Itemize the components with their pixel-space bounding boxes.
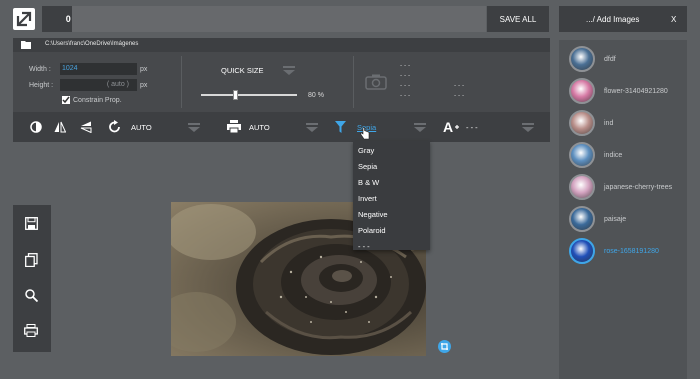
filter-option[interactable]: B & W	[358, 176, 379, 190]
filter-option[interactable]: - - -	[358, 240, 370, 254]
constrain-checkbox[interactable]	[62, 96, 70, 104]
info-column-b: - - - - - -	[454, 82, 464, 102]
filter-dropdown[interactable]	[414, 123, 426, 132]
image-name: paisaje	[604, 216, 627, 223]
height-label: Height :	[29, 82, 54, 89]
chevron-down-icon	[522, 127, 534, 132]
filter-option[interactable]: Polaroid	[358, 224, 386, 238]
filter-menu: Gray Sepia B & W Invert Negative Polaroid - - …	[353, 141, 430, 251]
add-images-link[interactable]: .../ Add Images	[586, 15, 639, 24]
print-dropdown[interactable]	[306, 123, 318, 132]
flip-vertical-icon[interactable]	[80, 121, 92, 133]
contrast-icon[interactable]	[30, 121, 42, 133]
image-thumbnail	[569, 110, 595, 136]
search-icon[interactable]	[25, 289, 38, 302]
rotate-dropdown[interactable]	[188, 123, 200, 132]
folder-icon[interactable]	[21, 40, 31, 49]
logo-button[interactable]	[13, 8, 35, 30]
text-dropdown[interactable]	[522, 123, 534, 132]
print-icon[interactable]	[227, 120, 241, 133]
rotate-auto-label[interactable]: AUTO	[131, 123, 152, 132]
side-tools	[13, 205, 51, 352]
print-auto-label[interactable]: AUTO	[249, 123, 270, 132]
quick-size-percent: 80 %	[308, 92, 324, 99]
save-all-button[interactable]: SAVE ALL	[487, 6, 549, 32]
quick-size-label: QUICK SIZE	[221, 66, 264, 75]
filter-option[interactable]: Negative	[358, 208, 388, 222]
image-thumbnail	[569, 78, 595, 104]
quick-size-dropdown[interactable]	[283, 66, 295, 75]
crop-icon[interactable]	[438, 340, 451, 353]
image-name: dfdf	[604, 56, 616, 63]
image-list-item[interactable]: rose-1658191280	[559, 237, 687, 267]
image-list-item[interactable]: paisaje	[559, 205, 687, 235]
image-list-item[interactable]: japanese-cherry-trees	[559, 173, 687, 203]
filter-option[interactable]: Sepia	[358, 160, 377, 174]
filter-icon[interactable]	[335, 121, 346, 133]
path-bar: C:\Users\franc\OneDrive\Imágenes	[13, 38, 550, 52]
image-name: rose-1658191280	[604, 248, 659, 255]
info-line: - - -	[400, 72, 411, 79]
image-name: indice	[604, 152, 623, 159]
constrain-label: Constrain Prop.	[73, 97, 122, 104]
toolbar: AUTO AUTO Sepia A - - -	[13, 112, 550, 142]
image-list-item[interactable]: indice	[559, 141, 687, 171]
filter-option[interactable]: Invert	[358, 192, 377, 206]
text-size-icon[interactable]: A	[443, 119, 459, 134]
image-list-item[interactable]: ind	[559, 109, 687, 139]
image-list-item[interactable]: flower-31404921280	[559, 77, 687, 107]
width-label: Width :	[29, 66, 51, 73]
copy-icon[interactable]	[25, 253, 38, 267]
divider	[181, 56, 182, 108]
image-name: japanese-cherry-trees	[604, 184, 673, 191]
image-list: dfdf flower-31404921280 ind indice japanese-…	[559, 40, 687, 379]
progress-bar	[72, 6, 486, 32]
image-thumbnail	[569, 142, 595, 168]
image-thumbnail	[569, 206, 595, 232]
crop-arrow-icon	[16, 11, 32, 27]
image-list-item[interactable]: dfdf	[559, 45, 687, 75]
cursor-hand-icon	[360, 127, 370, 140]
camera-icon	[365, 74, 387, 90]
chevron-down-icon	[283, 70, 295, 75]
close-sidebar-button[interactable]: X	[671, 15, 676, 24]
image-name: ind	[604, 120, 614, 127]
chevron-down-icon	[414, 127, 426, 132]
flip-horizontal-icon[interactable]	[54, 121, 66, 133]
filter-option[interactable]: Gray	[358, 144, 374, 158]
settings-panel: Width : 1024 px Height : ( auto ) px Con…	[13, 52, 550, 112]
svg-text:A: A	[443, 119, 453, 134]
height-unit: px	[140, 82, 148, 89]
info-line: - - -	[400, 82, 411, 89]
image-thumbnail	[569, 46, 595, 72]
image-thumbnail	[569, 238, 595, 264]
info-line: - - -	[400, 92, 411, 99]
chevron-down-icon	[188, 127, 200, 132]
folder-path: C:\Users\franc\OneDrive\Imágenes	[45, 41, 139, 47]
info-line: - - -	[454, 82, 465, 89]
dropdown-line-icon	[283, 66, 295, 68]
info-line: - - -	[400, 62, 411, 69]
width-unit: px	[140, 66, 148, 73]
info-column-a: - - - - - - - - - - - -	[400, 62, 410, 102]
save-icon[interactable]	[25, 217, 38, 230]
sidebar-header: .../ Add Images X	[559, 6, 687, 32]
print-icon[interactable]	[24, 324, 38, 337]
info-line: - - -	[454, 92, 465, 99]
height-input[interactable]: ( auto )	[60, 79, 137, 91]
quick-size-slider[interactable]	[201, 90, 297, 100]
text-dashes: - - -	[466, 123, 478, 132]
height-placeholder: ( auto )	[106, 81, 129, 88]
image-thumbnail	[569, 174, 595, 200]
width-value: 1024	[62, 65, 78, 72]
width-input[interactable]: 1024	[60, 63, 137, 75]
image-name: flower-31404921280	[604, 88, 668, 95]
checkmark-icon	[62, 96, 70, 104]
slider-thumb[interactable]	[233, 90, 238, 100]
rotate-icon[interactable]	[108, 120, 122, 134]
divider	[353, 56, 354, 108]
chevron-down-icon	[306, 127, 318, 132]
